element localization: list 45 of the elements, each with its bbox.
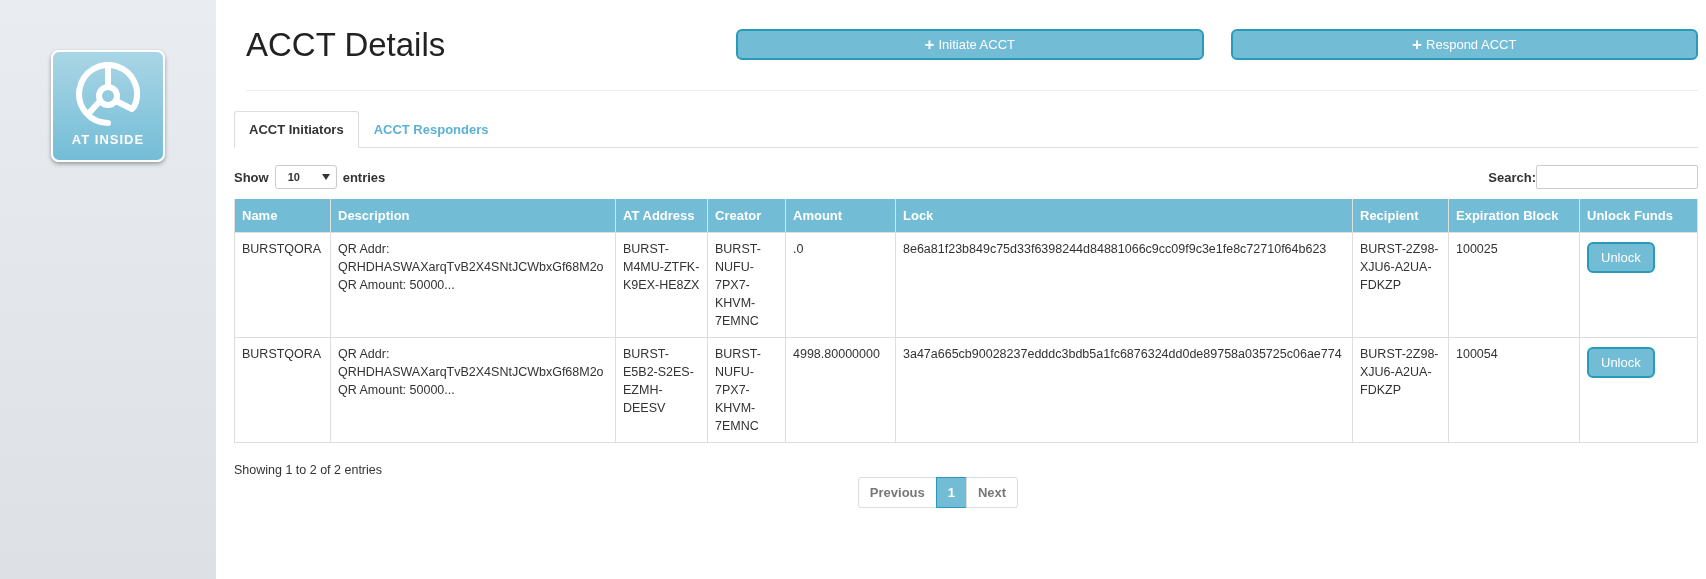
- column-header: Amount: [785, 199, 896, 233]
- table-cell: .0: [785, 232, 896, 338]
- tab[interactable]: ACCT Responders: [358, 111, 504, 148]
- search-field[interactable]: [1536, 165, 1698, 189]
- action-button[interactable]: + Respond ACCT: [1230, 28, 1698, 60]
- table-cell: 3a47a665cb90028237edddc3bdb5a1fc6876324dd0de89758a035725c06ae774: [895, 337, 1353, 443]
- table-cell: QR Addr: QRHDHASWAXarqTvB2X4SNtJCWbxGf68M2o QR Amount: 50000...: [330, 337, 616, 443]
- column-header: AT Address: [615, 199, 708, 233]
- table-cell: 4998.80000000: [785, 337, 896, 443]
- table-cell: QR Addr: QRHDHASWAXarqTvB2X4SNtJCWbxGf68M2o QR Amount: 50000...: [330, 232, 616, 338]
- search-label: Search:: [1488, 169, 1536, 185]
- table-cell: BURST-2Z98-XJU6-A2UA-FDKZP: [1352, 232, 1449, 338]
- table-cell: BURST-NUFU-7PX7-KHVM-7EMNC: [707, 232, 786, 338]
- page-button[interactable]: Previous: [857, 477, 937, 508]
- table-cell: BURST-2Z98-XJU6-A2UA-FDKZP: [1352, 337, 1449, 443]
- table-cell: BURST-M4MU-ZTFK-K9EX-HE8ZX: [615, 232, 708, 338]
- action-button[interactable]: + Initiate ACCT: [736, 28, 1204, 60]
- tab[interactable]: ACCT Initiators: [234, 111, 359, 148]
- page-title: ACCT Details: [246, 26, 447, 64]
- column-header: Expiration Block: [1448, 199, 1580, 233]
- column-header: Lock: [895, 199, 1353, 233]
- table-info: Showing 1 to 2 of 2 entries: [234, 463, 383, 477]
- unlock-button[interactable]: Unlock: [1587, 347, 1655, 378]
- table-cell: 100054: [1448, 337, 1580, 443]
- column-header: Description: [330, 199, 616, 233]
- entries-select[interactable]: 10: [274, 165, 337, 189]
- column-header: Unlock Funds: [1579, 199, 1698, 233]
- table-cell: 100025: [1448, 232, 1580, 338]
- column-header: Name: [234, 199, 331, 233]
- page-button[interactable]: Next: [966, 477, 1019, 508]
- table-cell: BURSTQORA: [234, 232, 331, 338]
- table-cell: BURST-NUFU-7PX7-KHVM-7EMNC: [707, 337, 786, 443]
- column-header: Recipient: [1352, 199, 1449, 233]
- column-header: Creator: [707, 199, 786, 233]
- show-label: Show: [234, 169, 269, 185]
- entries-label: entries: [342, 169, 386, 185]
- table-cell: BURST-E5B2-S2ES-EZMH-DEESV: [615, 337, 708, 443]
- steering-wheel-icon: [76, 62, 140, 126]
- app-logo[interactable]: AT INSIDE: [51, 50, 165, 162]
- table-cell: BURSTQORA: [234, 337, 331, 443]
- table-cell: 8e6a81f23b849c75d33f6398244d84881066c9cc09f9c3e1fe8c72710f64b623: [895, 232, 1353, 338]
- page-button[interactable]: 1: [935, 477, 967, 508]
- unlock-button[interactable]: Unlock: [1587, 242, 1655, 273]
- logo-text: AT INSIDE: [71, 132, 145, 147]
- caret-icon: [321, 174, 330, 180]
